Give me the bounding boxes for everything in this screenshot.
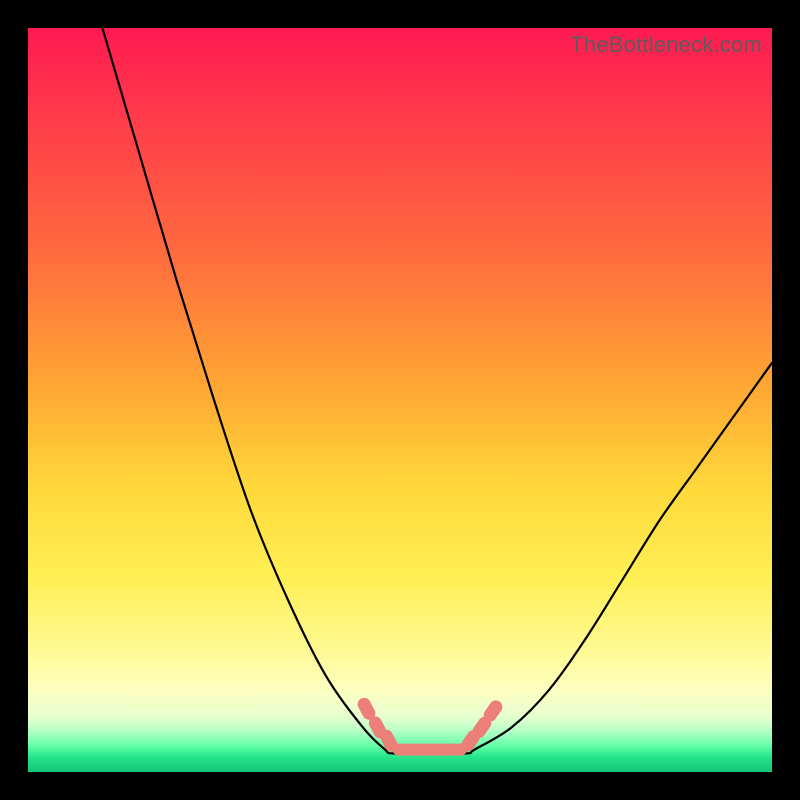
left-curve [102, 28, 429, 754]
right-curve [430, 363, 772, 754]
watermark-text: TheBottleneck.com [570, 32, 762, 58]
plot-area: TheBottleneck.com [28, 28, 772, 772]
curve-layer [28, 28, 772, 772]
link-bottom-bar [393, 744, 467, 756]
chart-frame: TheBottleneck.com [0, 0, 800, 800]
link-markers-left [356, 696, 399, 753]
